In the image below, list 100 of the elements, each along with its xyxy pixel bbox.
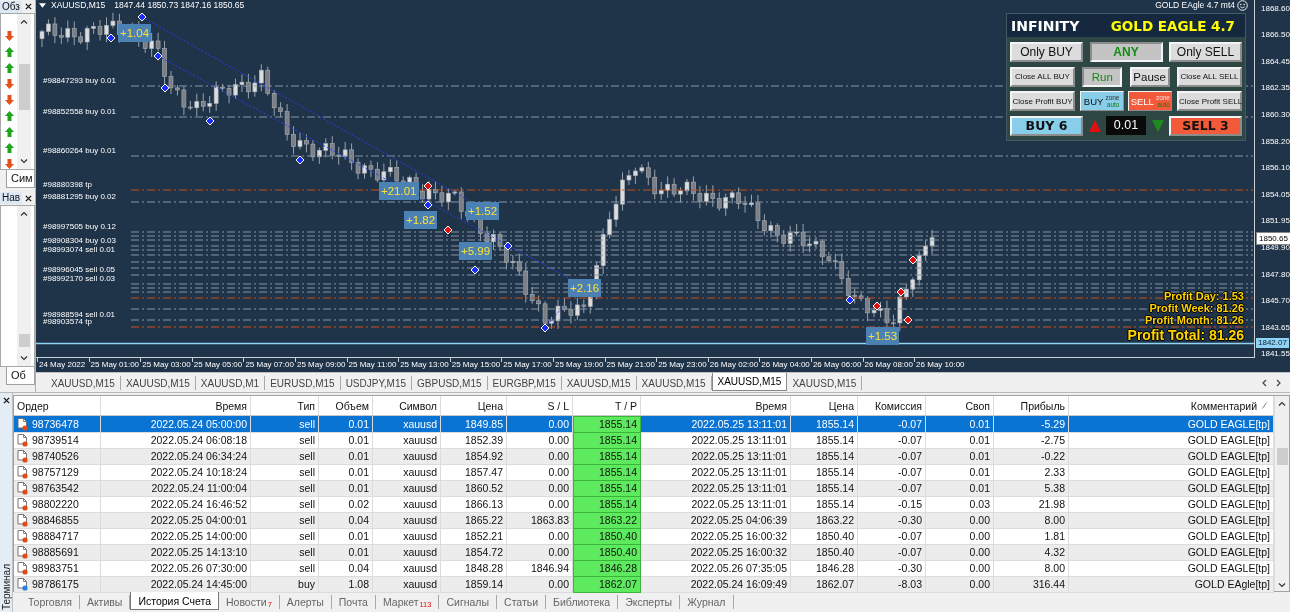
panel-tab[interactable]: Об — [6, 367, 35, 385]
scroll-down-icon[interactable] — [20, 159, 28, 164]
scroll-up-icon[interactable] — [1278, 401, 1286, 406]
column-header[interactable]: Время — [641, 396, 791, 415]
scroll-up-icon[interactable] — [20, 211, 28, 216]
table-cell: 0.01 — [926, 416, 994, 433]
mode-button[interactable]: Only SELL — [1169, 42, 1242, 63]
panel-title[interactable]: Нав — [0, 192, 23, 204]
lot-size-field[interactable]: 0.01 — [1106, 116, 1146, 136]
close-all-button[interactable]: Close ALL BUY — [1010, 66, 1075, 87]
trade-marker-icon — [540, 323, 550, 333]
panel-title: INFINITY — [1011, 17, 1080, 34]
price-tick-label: 1841.55 — [1261, 349, 1290, 359]
table-cell: sell — [251, 544, 319, 561]
table-cell: 1859.14 — [441, 576, 507, 593]
column-header[interactable]: Комиссия — [858, 396, 926, 415]
chart-tab[interactable]: XAUUSD,M15 — [711, 373, 788, 391]
trade-marker-icon — [423, 181, 433, 191]
document-icon — [17, 433, 28, 447]
buy-button[interactable]: BUY 6 — [1010, 115, 1083, 136]
sell-button[interactable]: SELL 3 — [1169, 115, 1242, 136]
chart-tab[interactable]: GBPUSD,M15 — [412, 376, 488, 390]
column-header[interactable]: Своп — [926, 396, 994, 415]
chart-tab[interactable]: EURUSD,M15 — [265, 376, 341, 390]
close-icon[interactable] — [25, 3, 32, 10]
terminal-tab[interactable]: Торговля — [21, 595, 80, 609]
column-header[interactable]: Символ — [373, 396, 441, 415]
trade-marker-icon — [106, 33, 116, 43]
chart-tab[interactable]: XAUUSD,M1 — [195, 376, 266, 390]
chart-tab[interactable]: XAUUSD,M15 — [561, 376, 637, 390]
price-tick-label: 1866.50 — [1261, 30, 1290, 40]
table-cell: 98757129 — [32, 464, 79, 480]
time-label: 26 May 08:00 — [863, 359, 913, 371]
terminal-tab[interactable]: Алерты — [279, 595, 332, 609]
scrollbar-thumb[interactable] — [18, 64, 30, 110]
chart-tab[interactable]: EURGBP,M15 — [487, 376, 562, 390]
panel-title[interactable]: Обз — [0, 0, 22, 13]
table-cell: 98736478 — [32, 416, 79, 432]
terminal-tab[interactable]: Сигналы — [439, 595, 498, 609]
close-profit-button[interactable]: Close Profit BUY — [1010, 91, 1075, 112]
trade-marker-icon — [443, 225, 453, 235]
column-header[interactable]: T / P — [573, 396, 641, 415]
scroll-down-icon[interactable] — [20, 356, 28, 361]
terminal-tab[interactable]: Почта — [331, 595, 376, 609]
column-header[interactable]: Цена — [791, 396, 858, 415]
column-header[interactable]: Объем — [319, 396, 373, 415]
table-cell: 0.01 — [319, 448, 373, 465]
table-cell: 2022.05.24 11:00:04 — [101, 480, 251, 497]
trade-marker-icon — [845, 295, 855, 305]
terminal-tab[interactable]: Журнал — [680, 595, 734, 609]
price-tick-label: 1851.95 — [1261, 216, 1290, 226]
column-header[interactable]: Тип — [251, 396, 319, 415]
table-cell: -0.07 — [858, 448, 926, 465]
scroll-left-icon[interactable] — [1262, 378, 1267, 387]
run-control-button[interactable]: Pause — [1129, 66, 1170, 87]
table-cell: 2022.05.24 16:09:49 — [641, 576, 791, 593]
collapse-triangle-icon[interactable] — [39, 3, 46, 8]
chart-tab[interactable]: XAUUSD,M15 — [636, 376, 712, 390]
trade-marker-icon — [903, 315, 913, 325]
price-tick-label: 1868.60 — [1261, 3, 1290, 13]
table-cell: sell — [251, 512, 319, 529]
column-header[interactable]: Ордер — [14, 396, 101, 415]
scroll-up-icon[interactable] — [20, 19, 28, 24]
table-cell: sell — [251, 416, 319, 433]
mode-button[interactable]: Only BUY — [1010, 42, 1083, 63]
close-icon[interactable] — [25, 194, 32, 202]
chart-tab[interactable]: XAUUSD,M15 — [46, 376, 121, 390]
column-header[interactable]: S / L — [507, 396, 573, 415]
terminal-tab[interactable]: Библиотека — [546, 595, 619, 609]
scroll-right-icon[interactable] — [1276, 378, 1281, 387]
scrollbar-thumb[interactable] — [1276, 448, 1288, 465]
close-all-button[interactable]: Close ALL SELL — [1177, 66, 1242, 87]
scrollbar-thumb[interactable] — [18, 334, 30, 347]
table-cell: xauusd — [373, 480, 441, 497]
table-cell: 0.01 — [926, 448, 994, 465]
table-cell: sell — [251, 448, 319, 465]
trade-profit-label: +2.16 — [568, 279, 602, 297]
chart-tab[interactable]: XAUUSD,M15 — [787, 376, 863, 390]
table-cell: -0.07 — [858, 416, 926, 433]
table-row[interactable]: 98736478 2022.05.24 05:00:00 sell 0.01 xauusd 1849.85 0.00 1855.14 2022.05.25 13:11:01 1855.14 -0.07 0.01 -5.29 GOLD EAGLE[tp] — [14, 416, 1274, 432]
chart-tab[interactable]: USDJPY,M15 — [340, 376, 413, 390]
price-tick-label: 1845.70 — [1261, 296, 1290, 306]
time-label: 26 May 04:00 — [760, 359, 810, 371]
terminal-tab[interactable]: Статьи — [497, 595, 547, 609]
chart-tab[interactable]: XAUUSD,M15 — [120, 376, 196, 390]
column-header[interactable]: Время — [101, 396, 251, 415]
column-header[interactable]: Прибыль — [994, 396, 1069, 415]
time-label: 25 May 23:00 — [657, 359, 707, 371]
close-profit-button[interactable]: Close Profit SELL — [1176, 91, 1242, 112]
down-arrow-icon — [4, 159, 14, 169]
time-label: 25 May 15:00 — [450, 359, 501, 371]
table-cell: 1854.72 — [441, 544, 507, 561]
terminal-tab[interactable]: История Счета — [130, 592, 219, 610]
document-icon — [17, 529, 28, 543]
scroll-down-icon[interactable] — [1278, 583, 1286, 588]
panel-tab[interactable]: Сим — [6, 170, 35, 188]
smiley-icon[interactable] — [1237, 0, 1248, 11]
close-icon[interactable] — [2, 397, 10, 404]
terminal-tab[interactable]: Эксперты — [618, 595, 681, 609]
column-header[interactable]: Цена — [441, 396, 507, 415]
